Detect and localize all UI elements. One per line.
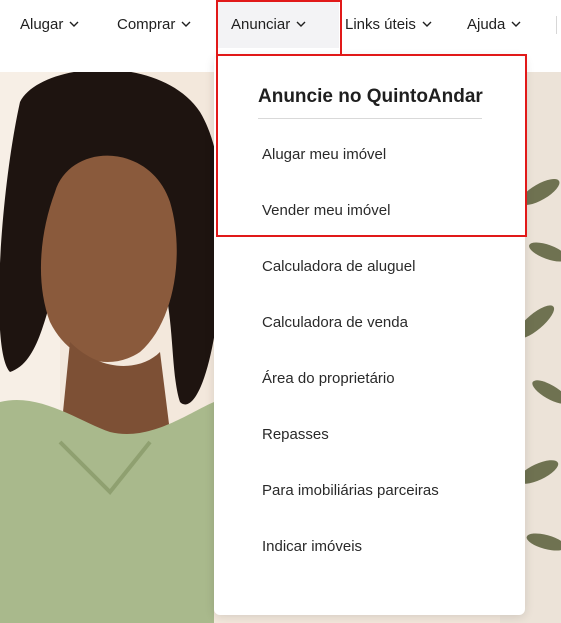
- nav-overflow-edge: [556, 16, 561, 34]
- nav-ajuda[interactable]: Ajuda: [467, 0, 521, 48]
- menu-item-indicar-imoveis[interactable]: Indicar imóveis: [262, 538, 362, 555]
- menu-item-alugar-meu-imovel[interactable]: Alugar meu imóvel: [262, 146, 386, 163]
- menu-item-calculadora-aluguel[interactable]: Calculadora de aluguel: [262, 258, 415, 275]
- nav-anunciar-label: Anunciar: [231, 15, 291, 33]
- nav-comprar[interactable]: Comprar: [117, 0, 191, 48]
- nav-alugar[interactable]: Alugar: [20, 0, 79, 48]
- nav-links-uteis-label: Links úteis: [345, 15, 416, 33]
- anunciar-dropdown-menu: Anuncie no QuintoAndar Alugar meu imóvel…: [214, 56, 525, 615]
- dropdown-title: Anuncie no QuintoAndar: [258, 86, 483, 107]
- chevron-down-icon: [422, 21, 432, 27]
- menu-item-repasses[interactable]: Repasses: [262, 426, 329, 443]
- menu-item-area-proprietario[interactable]: Área do proprietário: [262, 370, 395, 387]
- nav-ajuda-label: Ajuda: [467, 15, 506, 33]
- nav-links-uteis[interactable]: Links úteis: [345, 0, 432, 48]
- chevron-down-icon: [511, 21, 521, 27]
- chevron-down-icon: [296, 21, 306, 27]
- menu-item-calculadora-venda[interactable]: Calculadora de venda: [262, 314, 408, 331]
- menu-item-imobiliarias-parceiras[interactable]: Para imobiliárias parceiras: [262, 482, 439, 499]
- nav-comprar-label: Comprar: [117, 15, 176, 33]
- chevron-down-icon: [181, 21, 191, 27]
- nav-anunciar[interactable]: Anunciar: [217, 0, 339, 48]
- chevron-down-icon: [69, 21, 79, 27]
- menu-item-vender-meu-imovel[interactable]: Vender meu imóvel: [262, 202, 390, 219]
- nav-alugar-label: Alugar: [20, 15, 64, 33]
- dropdown-divider: [258, 118, 482, 119]
